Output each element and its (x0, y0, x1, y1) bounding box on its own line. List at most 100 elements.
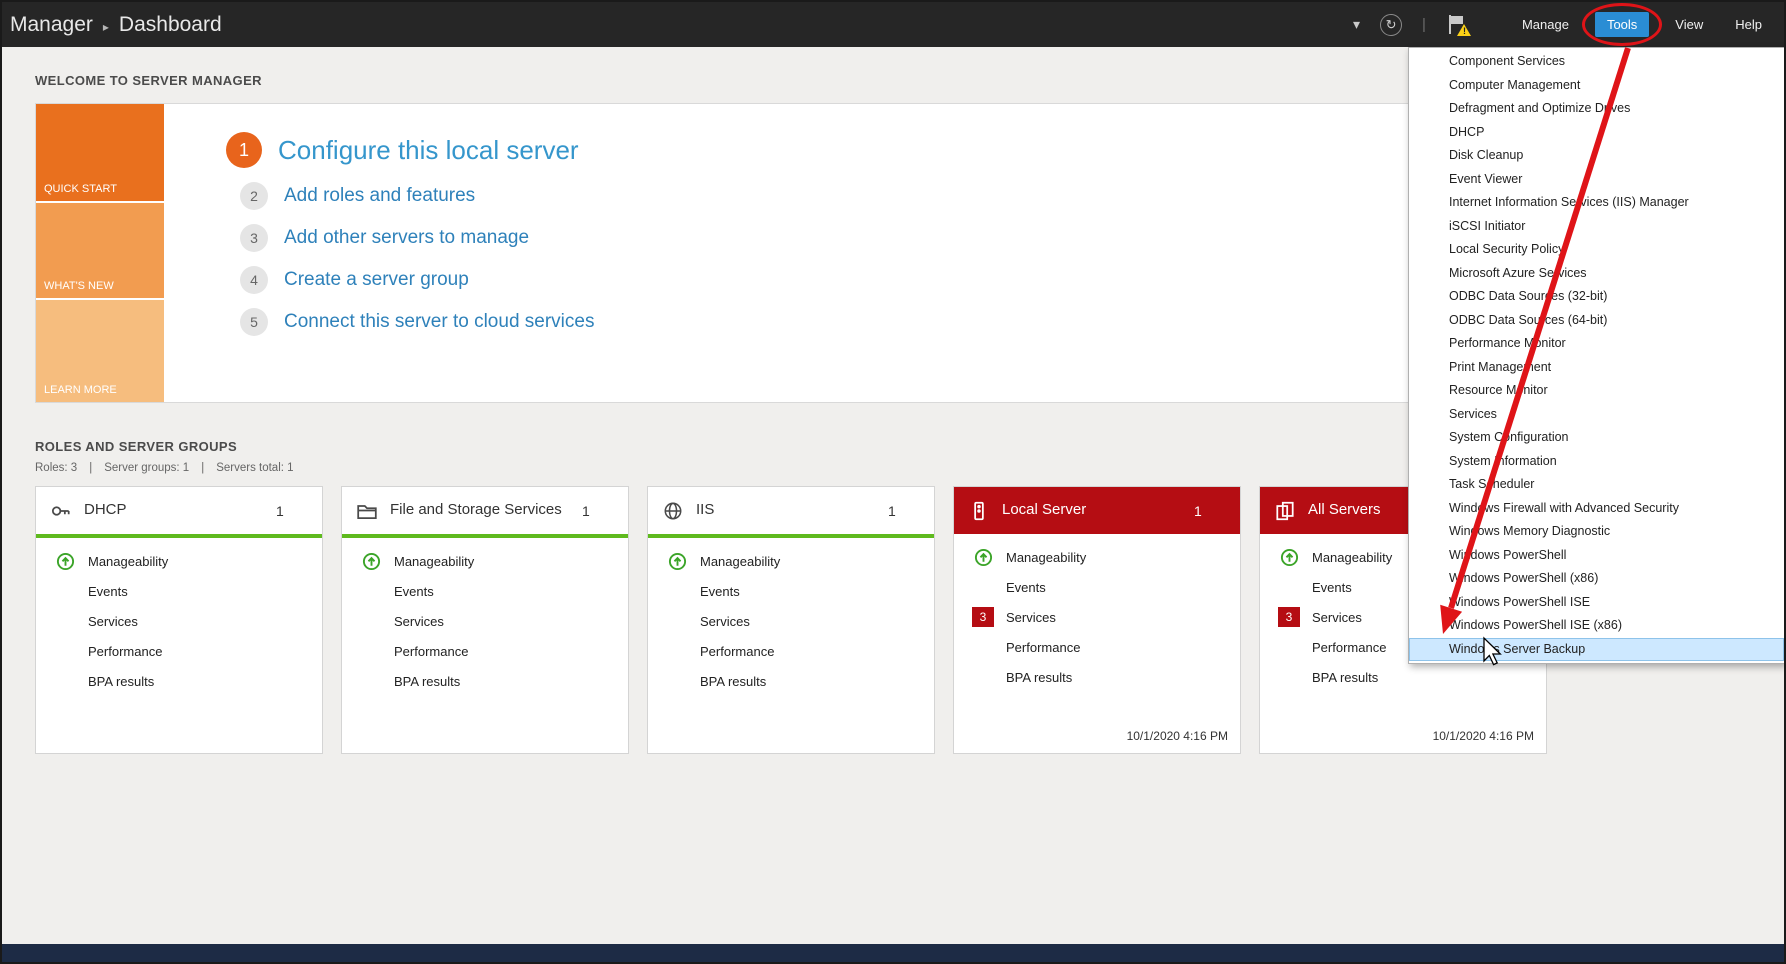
tools-menu-item-windows-firewall[interactable]: Windows Firewall with Advanced Security (1409, 497, 1784, 521)
breadcrumb: Manager ▸ Dashboard (10, 13, 222, 37)
step-number: 2 (240, 182, 268, 210)
tools-menu-item-disk-cleanup[interactable]: Disk Cleanup (1409, 144, 1784, 168)
menu-view[interactable]: View (1669, 12, 1709, 37)
tile-row-bpa[interactable]: BPA results (1276, 662, 1546, 692)
manageability-up-icon (358, 552, 384, 571)
tools-menu-item-task-scheduler[interactable]: Task Scheduler (1409, 473, 1784, 497)
tab-quick-start-label: QUICK START (44, 183, 117, 195)
services-alert-badge: 3 (972, 607, 995, 627)
tile-row-manageability[interactable]: Manageability (970, 542, 1240, 572)
tools-menu-item-iscsi-initiator[interactable]: iSCSI Initiator (1409, 215, 1784, 239)
tile-header-dhcp[interactable]: DHCP 1 (36, 487, 322, 534)
tile-row-events[interactable]: Events (52, 576, 322, 606)
all-servers-icon (1274, 500, 1296, 522)
dropdown-caret-icon[interactable]: ▾ (1353, 16, 1360, 33)
tile-row-performance[interactable]: Performance (664, 636, 934, 666)
tile-header-local-server[interactable]: Local Server 1 (954, 487, 1240, 534)
role-tile-local-server: Local Server 1 Manageability Events 3Ser… (953, 486, 1241, 754)
tile-title[interactable]: File and Storage Services (390, 502, 570, 519)
tab-learn-more[interactable]: LEARN MORE (36, 300, 164, 402)
tile-row-bpa[interactable]: BPA results (664, 666, 934, 696)
step-number: 3 (240, 224, 268, 252)
tile-row-services[interactable]: Services (52, 606, 322, 636)
tile-row-services[interactable]: Services (358, 606, 628, 636)
tools-menu-item-component-services[interactable]: Component Services (1409, 50, 1784, 74)
flag-cloth (1451, 16, 1463, 24)
tile-title[interactable]: IIS (696, 502, 876, 519)
step-link[interactable]: Add roles and features (284, 185, 475, 207)
tools-menu-item-odbc-64[interactable]: ODBC Data Sources (64-bit) (1409, 309, 1784, 333)
tools-menu-item-services[interactable]: Services (1409, 403, 1784, 427)
tile-row-bpa[interactable]: BPA results (970, 662, 1240, 692)
tile-row-bpa[interactable]: BPA results (358, 666, 628, 696)
tile-row-bpa[interactable]: BPA results (52, 666, 322, 696)
step-link[interactable]: Add other servers to manage (284, 227, 529, 249)
title-bar: Manager ▸ Dashboard ▾ ↻ | ! Manage Tools… (2, 2, 1784, 47)
tile-header-iis[interactable]: IIS 1 (648, 487, 934, 534)
breadcrumb-separator-icon: ▸ (103, 20, 109, 34)
breadcrumb-page[interactable]: Dashboard (119, 13, 222, 37)
tile-row-events[interactable]: Events (970, 572, 1240, 602)
tools-menu-item-azure-services[interactable]: Microsoft Azure Services (1409, 262, 1784, 286)
tile-row-performance[interactable]: Performance (970, 632, 1240, 662)
role-tile-iis: IIS 1 Manageability Events Services Perf… (647, 486, 935, 754)
tile-rows: Manageability Events Services Performanc… (648, 538, 934, 696)
tools-menu-item-powershell-ise[interactable]: Windows PowerShell ISE (1409, 591, 1784, 615)
step-number: 5 (240, 308, 268, 336)
menu-help[interactable]: Help (1729, 12, 1768, 37)
tools-menu-item-system-information[interactable]: System Information (1409, 450, 1784, 474)
tile-title[interactable]: DHCP (84, 502, 264, 519)
manageability-up-icon (970, 548, 996, 567)
menu-manage[interactable]: Manage (1516, 12, 1575, 37)
tile-header-file-storage[interactable]: File and Storage Services 1 (342, 487, 628, 534)
tools-menu-item-memory-diagnostic[interactable]: Windows Memory Diagnostic (1409, 520, 1784, 544)
step-link[interactable]: Configure this local server (278, 135, 579, 166)
tools-menu-item-windows-server-backup[interactable]: Windows Server Backup (1409, 638, 1784, 662)
tile-row-manageability[interactable]: Manageability (358, 546, 628, 576)
tab-quick-start[interactable]: QUICK START (36, 104, 164, 201)
tools-menu-item-powershell-ise-x86[interactable]: Windows PowerShell ISE (x86) (1409, 614, 1784, 638)
tools-menu-item-odbc-32[interactable]: ODBC Data Sources (32-bit) (1409, 285, 1784, 309)
tools-menu-item-event-viewer[interactable]: Event Viewer (1409, 168, 1784, 192)
menu-tools[interactable]: Tools (1595, 12, 1649, 37)
tools-menu: Component Services Computer Management D… (1408, 47, 1785, 664)
servers-total-count: Servers total: 1 (216, 462, 293, 474)
tile-row-manageability[interactable]: Manageability (52, 546, 322, 576)
tile-count: 1 (1194, 503, 1202, 519)
tools-menu-item-dhcp[interactable]: DHCP (1409, 121, 1784, 145)
step-link[interactable]: Create a server group (284, 269, 469, 291)
tools-menu-item-performance-monitor[interactable]: Performance Monitor (1409, 332, 1784, 356)
tools-menu-item-resource-monitor[interactable]: Resource Monitor (1409, 379, 1784, 403)
tab-whats-new[interactable]: WHAT'S NEW (36, 203, 164, 297)
roles-count: Roles: 3 (35, 462, 77, 474)
tools-menu-item-print-management[interactable]: Print Management (1409, 356, 1784, 380)
tools-menu-item-iis-manager[interactable]: Internet Information Services (IIS) Mana… (1409, 191, 1784, 215)
iis-icon (662, 500, 684, 522)
tile-row-events[interactable]: Events (664, 576, 934, 606)
refresh-icon[interactable]: ↻ (1380, 14, 1402, 36)
role-tile-dhcp: DHCP 1 Manageability Events Services Per… (35, 486, 323, 754)
tools-menu-item-powershell[interactable]: Windows PowerShell (1409, 544, 1784, 568)
tile-row-events[interactable]: Events (358, 576, 628, 606)
window-bottom-edge (2, 944, 1784, 962)
step-link[interactable]: Connect this server to cloud services (284, 311, 594, 333)
tile-title[interactable]: Local Server (1002, 502, 1182, 519)
notifications-flag-icon[interactable]: ! (1446, 13, 1468, 37)
tile-row-performance[interactable]: Performance (52, 636, 322, 666)
tools-menu-item-computer-management[interactable]: Computer Management (1409, 74, 1784, 98)
tools-menu-item-system-configuration[interactable]: System Configuration (1409, 426, 1784, 450)
tile-timestamp: 10/1/2020 4:16 PM (1127, 729, 1228, 743)
tile-row-services[interactable]: Services (664, 606, 934, 636)
tile-row-services[interactable]: 3Services (970, 602, 1240, 632)
tile-row-manageability[interactable]: Manageability (664, 546, 934, 576)
tools-menu-item-powershell-x86[interactable]: Windows PowerShell (x86) (1409, 567, 1784, 591)
tools-menu-item-defragment[interactable]: Defragment and Optimize Drives (1409, 97, 1784, 121)
summary-divider: | (201, 462, 204, 474)
local-server-icon (968, 500, 990, 522)
tile-count: 1 (276, 503, 284, 519)
breadcrumb-root[interactable]: Manager (10, 13, 93, 37)
tools-menu-item-local-security-policy[interactable]: Local Security Policy (1409, 238, 1784, 262)
tile-row-performance[interactable]: Performance (358, 636, 628, 666)
dhcp-icon (50, 500, 72, 522)
server-manager-window: Manager ▸ Dashboard ▾ ↻ | ! Manage Tools… (0, 0, 1786, 964)
